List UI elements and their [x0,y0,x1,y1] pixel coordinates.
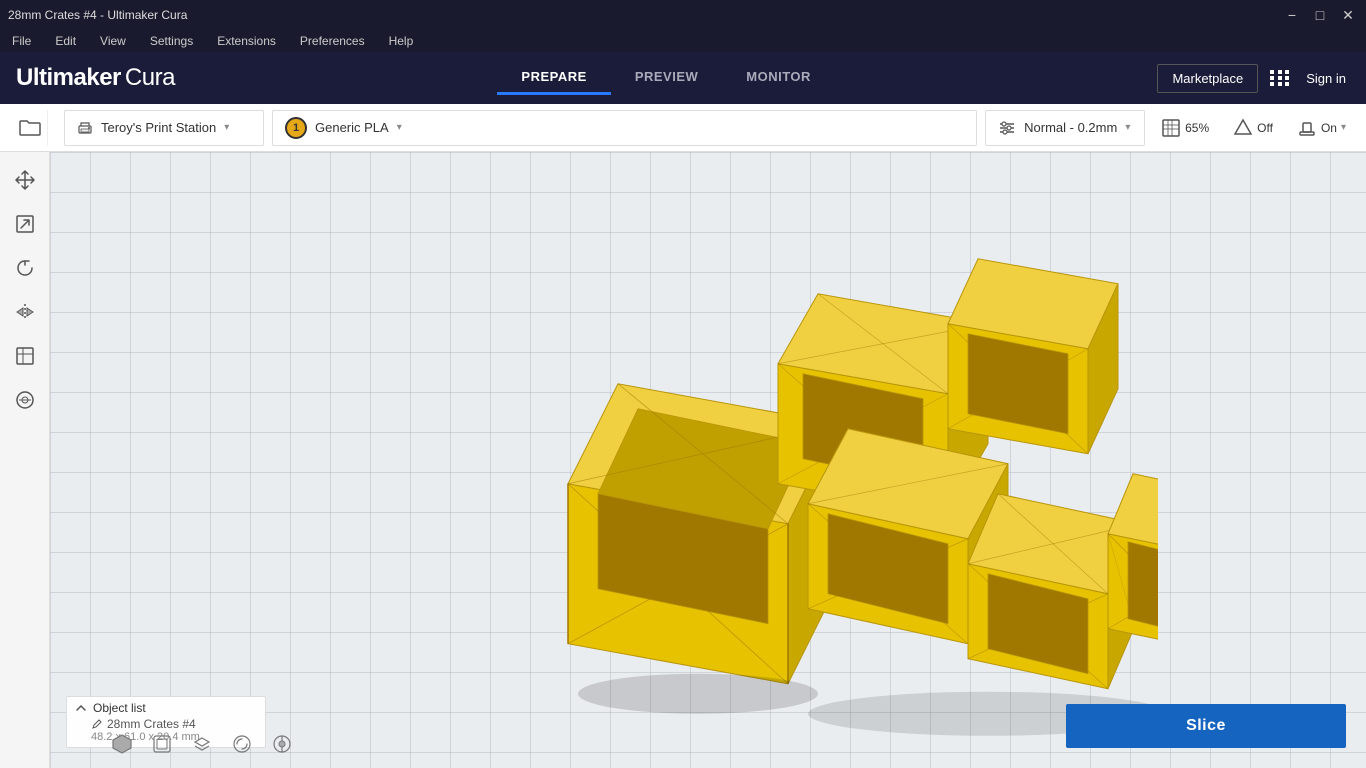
window-title: 28mm Crates #4 - Ultimaker Cura [8,8,187,22]
grid-icon[interactable] [1270,70,1290,86]
main-area: Object list 28mm Crates #4 48.2 x 61.0 x… [0,152,1366,768]
settings-chevron: ▾ [1125,122,1130,133]
adhesion-chevron: ▾ [1341,122,1346,133]
menu-help[interactable]: Help [385,32,418,50]
app-logo: Ultimaker Cura [16,64,175,92]
view-xray[interactable] [146,728,178,760]
tool-per-model-settings[interactable] [5,336,45,376]
chevron-up-icon [75,702,87,714]
view-solid[interactable] [106,728,138,760]
settings-icon [998,120,1016,136]
object-list-header[interactable]: Object list [75,701,257,715]
header-tabs: PREPARE PREVIEW MONITOR [497,61,835,95]
logo-cura: Cura [125,64,175,92]
material-selector[interactable]: 1 Generic PLA ▾ [272,110,977,146]
material-name: Generic PLA [315,120,389,135]
settings-label: Normal - 0.2mm [1024,120,1117,135]
tab-prepare[interactable]: PREPARE [497,61,610,95]
viewport[interactable]: Object list 28mm Crates #4 48.2 x 61.0 x… [50,152,1366,768]
maximize-button[interactable]: □ [1310,5,1330,25]
tab-preview[interactable]: PREVIEW [611,61,722,95]
toolbar: Teroy's Print Station ▾ 1 Generic PLA ▾ … [0,104,1366,152]
model-3d [408,224,1158,749]
printer-chevron: ▾ [224,122,229,133]
slice-button[interactable]: Slice [1066,704,1346,748]
infill-percent: 65% [1185,121,1209,135]
print-settings[interactable]: Normal - 0.2mm ▾ [985,110,1145,146]
infill-icon [1161,118,1181,138]
view-material[interactable] [226,728,258,760]
close-button[interactable]: ✕ [1338,5,1358,25]
adhesion-icon [1297,118,1317,138]
toolbar-right: 65% Off On ▾ [1153,114,1354,142]
view-layers[interactable] [186,728,218,760]
left-sidebar [0,152,50,768]
menu-preferences[interactable]: Preferences [296,32,369,50]
logo-ultimaker: Ultimaker [16,64,121,92]
tool-support-blocker[interactable] [5,380,45,420]
support-icon [1233,118,1253,138]
minimize-button[interactable]: − [1282,5,1302,25]
app-header: Ultimaker Cura PREPARE PREVIEW MONITOR M… [0,52,1366,104]
marketplace-button[interactable]: Marketplace [1157,64,1258,93]
infill-toggle[interactable]: 65% [1153,114,1217,142]
tool-move[interactable] [5,160,45,200]
material-icon: 1 [285,117,307,139]
view-slice[interactable] [266,728,298,760]
menu-edit[interactable]: Edit [51,32,80,50]
tab-monitor[interactable]: MONITOR [722,61,835,95]
menu-file[interactable]: File [8,32,35,50]
printer-selector[interactable]: Teroy's Print Station ▾ [64,110,264,146]
slice-button-container: Slice [1066,704,1346,748]
menu-settings[interactable]: Settings [146,32,197,50]
menu-view[interactable]: View [96,32,130,50]
menu-bar: File Edit View Settings Extensions Prefe… [0,30,1366,52]
object-list-label: Object list [93,701,146,715]
header-right: Marketplace Sign in [1157,64,1350,93]
material-chevron: ▾ [397,122,402,133]
window-controls: − □ ✕ [1282,5,1358,25]
printer-icon [77,120,93,136]
tool-scale[interactable] [5,204,45,244]
tool-rotate[interactable] [5,248,45,288]
support-label: Off [1257,121,1273,135]
folder-button[interactable] [12,110,48,146]
signin-button[interactable]: Sign in [1302,65,1350,92]
menu-extensions[interactable]: Extensions [213,32,280,50]
adhesion-toggle[interactable]: On ▾ [1289,114,1354,142]
view-icons [106,728,298,760]
adhesion-label: On [1321,121,1337,135]
tool-mirror[interactable] [5,292,45,332]
printer-name: Teroy's Print Station [101,120,216,135]
support-toggle[interactable]: Off [1225,114,1281,142]
title-bar: 28mm Crates #4 - Ultimaker Cura − □ ✕ [0,0,1366,30]
